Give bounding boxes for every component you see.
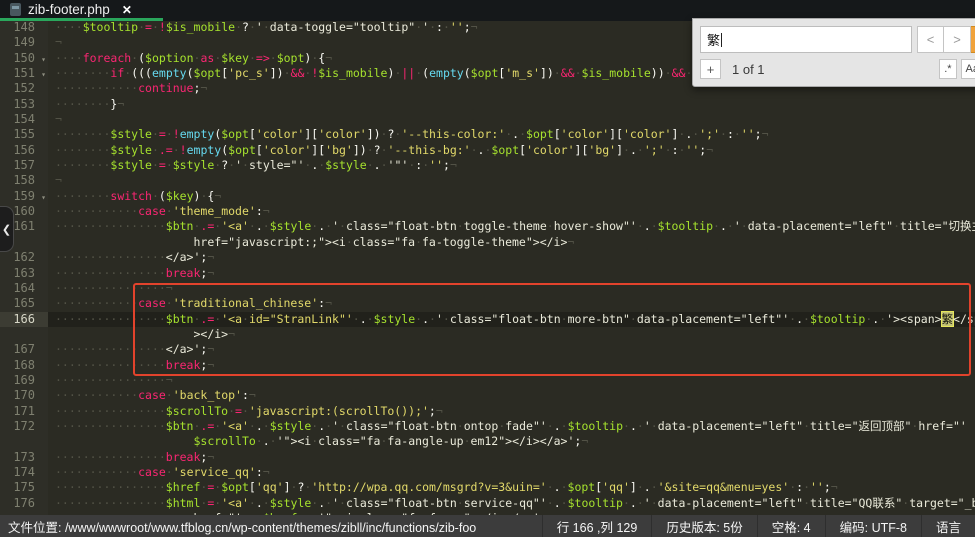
gutter-line-number[interactable]: 167 bbox=[0, 342, 48, 357]
toggle-replace-button[interactable]: + bbox=[700, 59, 721, 79]
gutter-line-number[interactable]: 162 bbox=[0, 250, 48, 265]
regex-toggle-button[interactable]: .* bbox=[939, 59, 956, 79]
encoding[interactable]: 编码: UTF-8 bbox=[825, 515, 921, 537]
code-line[interactable]: href="javascript:;"><i·class="fa·fa-togg… bbox=[48, 235, 975, 250]
find-prev-button[interactable]: < bbox=[917, 26, 944, 53]
code-line[interactable]: ············case·'theme_mode':¬ bbox=[48, 204, 975, 219]
code-line[interactable]: ········switch·($key)·{¬ bbox=[48, 189, 975, 204]
find-next-button[interactable]: > bbox=[944, 26, 971, 53]
code-line[interactable]: $scrollTo·.·'"><i·class="fa·fa-angle-up·… bbox=[48, 434, 975, 449]
status-bar: 文件位置: /www/wwwroot/www.tfblog.cn/wp-cont… bbox=[0, 515, 975, 537]
code-line[interactable]: ················$btn·.=·'<a·id="StranLin… bbox=[48, 312, 975, 327]
indent-spaces[interactable]: 空格: 4 bbox=[757, 515, 825, 537]
fold-arrow-icon[interactable]: ▾ bbox=[41, 52, 46, 67]
search-row-options: + 1 of 1 .* Aa bbox=[700, 59, 975, 79]
search-option-partial[interactable] bbox=[971, 26, 975, 53]
cursor-position: 行 166 ,列 129 bbox=[542, 515, 652, 537]
code-lines[interactable]: ····$tooltip·=·!$is_mobile·?·'·data-togg… bbox=[48, 20, 975, 515]
gutter-line-number[interactable]: 150▾ bbox=[0, 51, 48, 66]
gutter-line-number[interactable]: 154 bbox=[0, 112, 48, 127]
gutter-line-number[interactable]: 165 bbox=[0, 296, 48, 311]
code-line[interactable]: ········$style·.=·!empty($opt['color']['… bbox=[48, 143, 975, 158]
gutter-line-number[interactable]: 171 bbox=[0, 404, 48, 419]
code-line[interactable]: ></i>¬ bbox=[48, 327, 975, 342]
gutter-line-number[interactable]: 156 bbox=[0, 143, 48, 158]
code-line[interactable]: ¬ bbox=[48, 173, 975, 188]
tab-zib-footer[interactable]: zib-footer.php ✕ bbox=[0, 0, 142, 19]
file-icon bbox=[10, 3, 21, 16]
gutter-line-number[interactable]: 158 bbox=[0, 173, 48, 188]
history-versions[interactable]: 历史版本: 5份 bbox=[651, 515, 756, 537]
gutter-line-number[interactable]: 157 bbox=[0, 158, 48, 173]
gutter-line-number[interactable]: 151▾ bbox=[0, 66, 48, 81]
gutter-line-number[interactable]: 152 bbox=[0, 81, 48, 96]
editor-window: zib-footer.php ✕ 148149150▾151▾152153154… bbox=[0, 0, 975, 537]
code-line[interactable]: ················</a>';¬ bbox=[48, 342, 975, 357]
code-line[interactable]: ············case·'service_qq':¬ bbox=[48, 465, 975, 480]
code-line[interactable]: ············case·'traditional_chinese':¬ bbox=[48, 296, 975, 311]
code-line[interactable]: ············case·'back_top':¬ bbox=[48, 388, 975, 403]
gutter: 148149150▾151▾152153154155156157158159▾ 1… bbox=[0, 20, 48, 515]
tab-title: zib-footer.php bbox=[28, 2, 110, 17]
code-line[interactable]: ················$scrollTo·=·'javascript:… bbox=[48, 404, 975, 419]
language[interactable]: 语言 bbox=[921, 515, 975, 537]
gutter-line-number[interactable]: 174 bbox=[0, 465, 48, 480]
code-line[interactable]: ········$style·=·!empty($opt['color']['c… bbox=[48, 127, 975, 142]
code-line[interactable]: ················</a>';¬ bbox=[48, 250, 975, 265]
code-line[interactable]: ················$btn·.=·'<a'·.·$style·.·… bbox=[48, 419, 975, 434]
gutter-line-number[interactable]: 164 bbox=[0, 281, 48, 296]
code-line[interactable]: ················break;¬ bbox=[48, 358, 975, 373]
gutter-line-number[interactable]: 176 bbox=[0, 496, 48, 511]
search-match-counter: 1 of 1 bbox=[732, 62, 765, 77]
gutter-line-number[interactable] bbox=[0, 327, 48, 342]
text-caret bbox=[721, 33, 722, 47]
code-line[interactable]: ················¬ bbox=[48, 373, 975, 388]
code-editor[interactable]: 148149150▾151▾152153154155156157158159▾ 1… bbox=[0, 20, 975, 515]
search-row-main: 繁 < > bbox=[700, 26, 975, 53]
gutter-line-number[interactable]: 159▾ bbox=[0, 189, 48, 204]
active-tab-underline bbox=[0, 18, 163, 21]
gutter-line-number[interactable]: 148 bbox=[0, 20, 48, 35]
gutter-line-number[interactable]: 172 bbox=[0, 419, 48, 434]
gutter-line-number[interactable]: 166 bbox=[0, 312, 48, 327]
fold-arrow-icon[interactable]: ▾ bbox=[41, 190, 46, 205]
gutter-line-number[interactable]: 175 bbox=[0, 480, 48, 495]
fold-arrow-icon[interactable]: ▾ bbox=[41, 67, 46, 82]
code-line[interactable]: ················$href·=·$opt['qq']·?·'ht… bbox=[48, 480, 975, 495]
gutter-line-number[interactable]: 168 bbox=[0, 358, 48, 373]
code-line[interactable]: ················break;¬ bbox=[48, 450, 975, 465]
gutter-line-number[interactable]: 170 bbox=[0, 388, 48, 403]
gutter-line-number[interactable]: 149 bbox=[0, 35, 48, 50]
code-line[interactable]: ················$btn·.=·'<a'·.·$style·.·… bbox=[48, 219, 975, 234]
search-query-text: 繁 bbox=[707, 30, 720, 49]
code-line[interactable]: ········}¬ bbox=[48, 97, 975, 112]
gutter-line-number[interactable]: 173 bbox=[0, 450, 48, 465]
code-line[interactable]: ················break;¬ bbox=[48, 266, 975, 281]
case-toggle-button[interactable]: Aa bbox=[961, 59, 975, 79]
code-line[interactable]: ················$html·=·'<a'·.·$style·.·… bbox=[48, 496, 975, 511]
code-line[interactable]: ¬ bbox=[48, 112, 975, 127]
file-path: 文件位置: /www/wwwroot/www.tfblog.cn/wp-cont… bbox=[0, 517, 542, 536]
chevron-left-icon: ❮ bbox=[2, 223, 11, 236]
search-panel: 繁 < > + 1 of 1 .* Aa bbox=[692, 18, 975, 87]
sidebar-collapse-handle[interactable]: ❮ bbox=[0, 206, 14, 252]
gutter-line-number[interactable]: 163 bbox=[0, 266, 48, 281]
search-input[interactable]: 繁 bbox=[700, 26, 912, 53]
code-line[interactable]: ········$style·=·$style·?·'·style="'·.·$… bbox=[48, 158, 975, 173]
gutter-line-number[interactable] bbox=[0, 434, 48, 449]
close-icon[interactable]: ✕ bbox=[122, 3, 132, 17]
gutter-line-number[interactable]: 155 bbox=[0, 127, 48, 142]
code-line[interactable]: ················¬ bbox=[48, 281, 975, 296]
gutter-line-number[interactable]: 169 bbox=[0, 373, 48, 388]
gutter-line-number[interactable]: 153 bbox=[0, 97, 48, 112]
